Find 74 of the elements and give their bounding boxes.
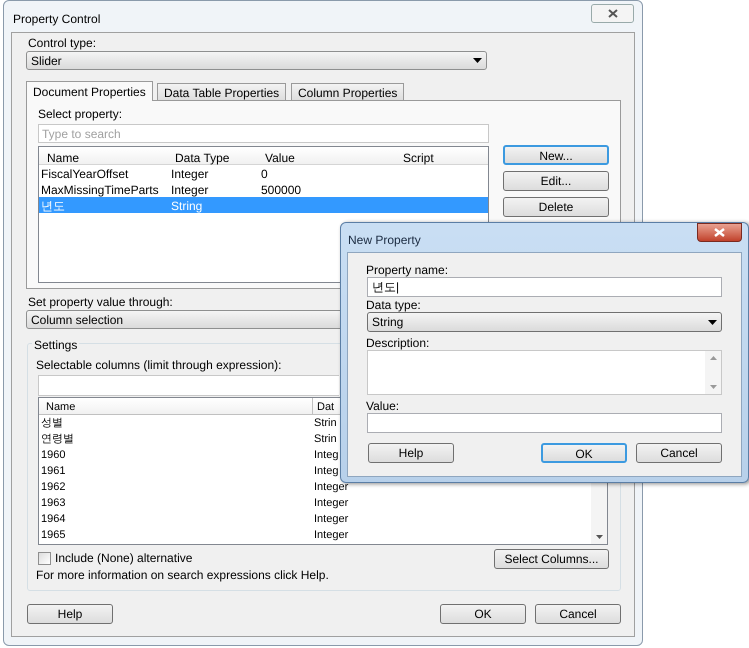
checkbox-label: Include (None) alternative [55,550,192,567]
scroll-down-icon[interactable] [596,535,602,539]
dialog-button[interactable]: Help [27,604,113,624]
dropdown-arrow-icon [708,320,717,324]
checkbox[interactable] [38,552,51,564]
dialog-button[interactable]: OK [440,604,526,624]
tab[interactable]: Data Table Properties [157,83,286,101]
table-cell: Integ [314,464,338,478]
table-cell: 1964 [41,512,66,526]
dialog-button[interactable]: Cancel [535,604,621,624]
column-header[interactable]: Dat [317,399,334,416]
expression-field[interactable] [38,375,339,396]
table-row[interactable]: MaxMissingTimeParts Integer 500000 [39,181,488,197]
dialog-button[interactable]: Edit... [503,171,609,191]
table-cell-text: Integer [171,182,208,199]
text-field[interactable]: 년도| [367,277,722,297]
text-field[interactable] [367,413,722,433]
table-cell: Integ [314,448,338,462]
description-field[interactable] [367,350,722,395]
search-field[interactable]: Type to search [38,124,489,143]
column-header[interactable]: Value [265,149,295,167]
selectable-columns-label: Selectable columns (limit through expression): [36,357,282,374]
dialog-button[interactable]: Help [368,443,454,463]
scrollbar[interactable] [591,486,607,544]
table-cell: 1962 [41,480,66,494]
field-label: Value: [366,398,400,415]
table-cell: Integer [314,512,348,526]
control-type-label: Control type: [28,35,96,52]
select-columns-button[interactable]: Select Columns... [494,549,609,569]
dialog-button[interactable]: OK [541,443,627,463]
window-title: Property Control [13,11,100,28]
tab[interactable]: Column Properties [291,83,404,101]
table-cell-text: Integer [171,166,208,183]
table-cell: 1960 [41,448,66,462]
column-header[interactable]: Data Type [175,149,230,167]
dialog-button[interactable]: Delete [503,197,609,217]
table-cell-text: 년도 [41,198,65,215]
dialog-button[interactable]: Cancel [636,443,722,463]
scrollbar[interactable] [705,351,721,394]
dropdown[interactable]: Slider [26,51,487,70]
table-cell: 성별 [41,416,63,430]
table-cell: Strin [314,432,337,446]
field-label: Description: [366,335,430,352]
close-button[interactable] [697,223,742,242]
table-cell: Strin [314,416,337,430]
column-header[interactable]: Name [47,149,80,167]
table-cell: 연령별 [41,432,74,446]
select-property-label: Select property: [38,106,122,123]
table-cell: 1965 [41,528,66,542]
dropdown[interactable]: String [367,312,722,332]
set-value-label: Set property value through: [28,294,173,311]
close-icon [714,228,725,237]
tab[interactable]: Document Properties [26,81,153,101]
table-cell-text: String [171,198,202,215]
close-button[interactable] [591,4,634,23]
dialog-title: New Property [348,232,421,249]
info-text: For more information on search expressions click Help. [36,567,329,584]
table-cell-text: FiscalYearOffset [41,166,128,183]
table-cell-text: 500000 [261,182,302,199]
close-icon [608,9,618,18]
dropdown-arrow-icon [473,58,482,63]
table-cell-text: 0 [261,166,268,183]
column-header[interactable]: Name [46,399,76,416]
table-cell: Integer [314,496,348,510]
column-header[interactable]: Script [403,149,434,167]
table-cell: 1963 [41,496,66,510]
table-row[interactable]: FiscalYearOffset Integer 0 [39,165,488,181]
scroll-up-icon[interactable] [710,356,716,360]
table-cell: Integer [314,528,348,542]
dialog-button[interactable]: New... [503,145,609,165]
field-label: Property name: [366,262,448,279]
table-cell-text: MaxMissingTimeParts [41,182,159,199]
table-cell: Integer [314,480,348,494]
table-cell: 1961 [41,464,66,478]
